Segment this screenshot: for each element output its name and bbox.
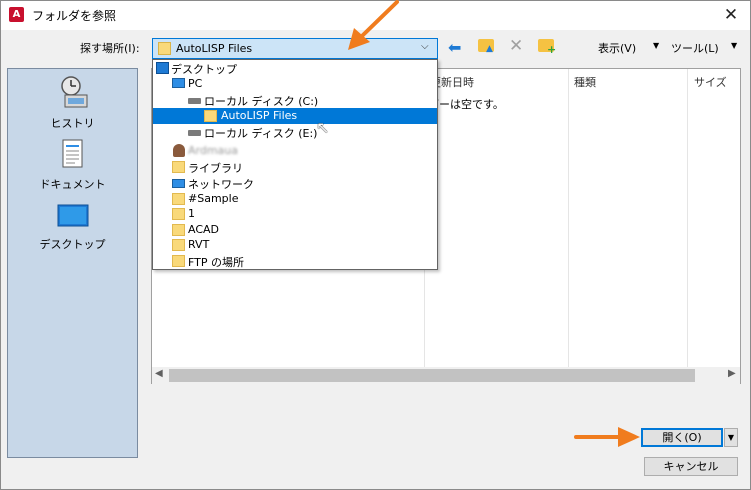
delete-icon[interactable]: ✕ <box>509 36 523 56</box>
folder-icon <box>204 110 217 122</box>
folder-icon <box>172 193 185 205</box>
annotation-arrow-to-open-button <box>574 427 640 447</box>
dropdown-item-rvt[interactable]: RVT <box>153 237 437 253</box>
open-button[interactable]: 開く(O) <box>641 428 723 447</box>
dropdown-item-label: AutoLISP Files <box>221 109 298 122</box>
dropdown-item-network[interactable]: ネットワーク <box>153 175 437 191</box>
place-desktop[interactable]: デスクトップ <box>8 204 137 251</box>
library-icon <box>172 161 185 173</box>
folder-icon <box>158 42 171 55</box>
scroll-left-icon[interactable]: ◀ <box>155 368 163 379</box>
dropdown-item-label: ローカル ディスク (C:) <box>204 95 319 108</box>
network-icon <box>172 179 185 188</box>
dropdown-item-label: RVT <box>188 238 210 251</box>
cancel-button[interactable]: キャンセル <box>644 457 738 476</box>
dropdown-item-desktop[interactable]: デスクトップ <box>153 60 437 76</box>
view-dropdown-icon[interactable]: ▼ <box>653 41 659 50</box>
scroll-right-icon[interactable]: ▶ <box>728 368 736 379</box>
drive-icon <box>188 98 201 104</box>
mouse-cursor-icon: ↖ <box>316 118 330 137</box>
dropdown-item-acad[interactable]: ACAD <box>153 222 437 238</box>
dropdown-item-label: デスクトップ <box>171 63 237 76</box>
up-arrow-icon: ▲ <box>486 44 493 54</box>
empty-folder-message: ダーは空です。 <box>428 98 504 111</box>
dropdown-item-label: 1 <box>188 207 195 220</box>
dropdown-item-library[interactable]: ライブラリ <box>153 159 437 175</box>
dropdown-item-drive-c[interactable]: ローカル ディスク (C:) <box>153 92 437 108</box>
places-sidebar: ヒストリ ドキュメント デスクトップ <box>7 68 138 458</box>
dropdown-item-autolisp-files[interactable]: AutoLISP Files <box>153 108 437 124</box>
annotation-arrow-to-combobox <box>348 0 399 50</box>
dropdown-item-label: ACAD <box>188 223 220 236</box>
view-menu[interactable]: 表示(V) <box>598 40 636 56</box>
autocad-app-icon: A <box>9 7 24 22</box>
plus-icon: + <box>547 43 557 56</box>
window-title: フォルダを参照 <box>32 9 117 23</box>
desktop-icon <box>156 62 169 74</box>
history-icon <box>60 76 87 108</box>
chevron-down-icon: ⌵ <box>421 41 429 52</box>
place-history[interactable]: ヒストリ <box>8 75 137 130</box>
dropdown-item-label: ライブラリ <box>188 162 243 175</box>
dropdown-item-label: ネットワーク <box>188 178 254 191</box>
tools-menu[interactable]: ツール(L) <box>671 40 719 56</box>
place-documents[interactable]: ドキュメント <box>8 139 137 191</box>
column-separator <box>687 69 688 369</box>
dropdown-item-label: Ardmaua <box>188 144 239 157</box>
dropdown-item-ftp[interactable]: FTP の場所 <box>153 253 437 269</box>
user-icon <box>173 144 185 157</box>
close-button[interactable]: ✕ <box>716 2 746 28</box>
place-history-label: ヒストリ <box>50 117 95 130</box>
dropdown-item-label: PC <box>188 77 203 90</box>
dropdown-item-1[interactable]: 1 <box>153 206 437 222</box>
drive-icon <box>188 130 201 136</box>
dropdown-item-user[interactable]: Ardmaua <box>153 143 437 159</box>
desktop-icon <box>57 204 88 227</box>
dropdown-item-label: ローカル ディスク (E:) <box>204 127 318 140</box>
dropdown-item-drive-e[interactable]: ローカル ディスク (E:) <box>153 124 437 140</box>
place-desktop-label: デスクトップ <box>39 238 106 251</box>
column-header-size[interactable]: サイズ <box>694 74 727 90</box>
look-in-label: 探す場所(I): <box>80 42 140 55</box>
look-in-dropdown-list[interactable]: デスクトップ PC ローカル ディスク (C:) AutoLISP Files … <box>152 59 438 270</box>
open-options-dropdown-icon[interactable]: ▼ <box>724 428 738 447</box>
column-separator <box>568 69 569 369</box>
back-arrow-icon[interactable]: ⬅ <box>448 38 461 57</box>
folder-icon <box>172 208 185 220</box>
dropdown-item-pc[interactable]: PC <box>153 76 437 92</box>
dropdown-item-label: FTP の場所 <box>188 256 244 269</box>
horizontal-scrollbar[interactable]: ◀ ▶ <box>152 367 740 384</box>
look-in-value: AutoLISP Files <box>176 42 253 55</box>
place-documents-label: ドキュメント <box>39 178 106 191</box>
column-header-type[interactable]: 種類 <box>574 74 596 90</box>
scroll-thumb[interactable] <box>169 369 695 382</box>
documents-icon <box>62 139 82 168</box>
pc-icon <box>172 78 185 88</box>
dropdown-item-sample[interactable]: #Sample <box>153 191 437 207</box>
dropdown-item-label: #Sample <box>188 192 239 205</box>
folder-icon <box>172 224 185 236</box>
tools-dropdown-icon[interactable]: ▼ <box>731 41 737 50</box>
ftp-folder-icon <box>172 255 185 267</box>
folder-icon <box>172 239 185 251</box>
